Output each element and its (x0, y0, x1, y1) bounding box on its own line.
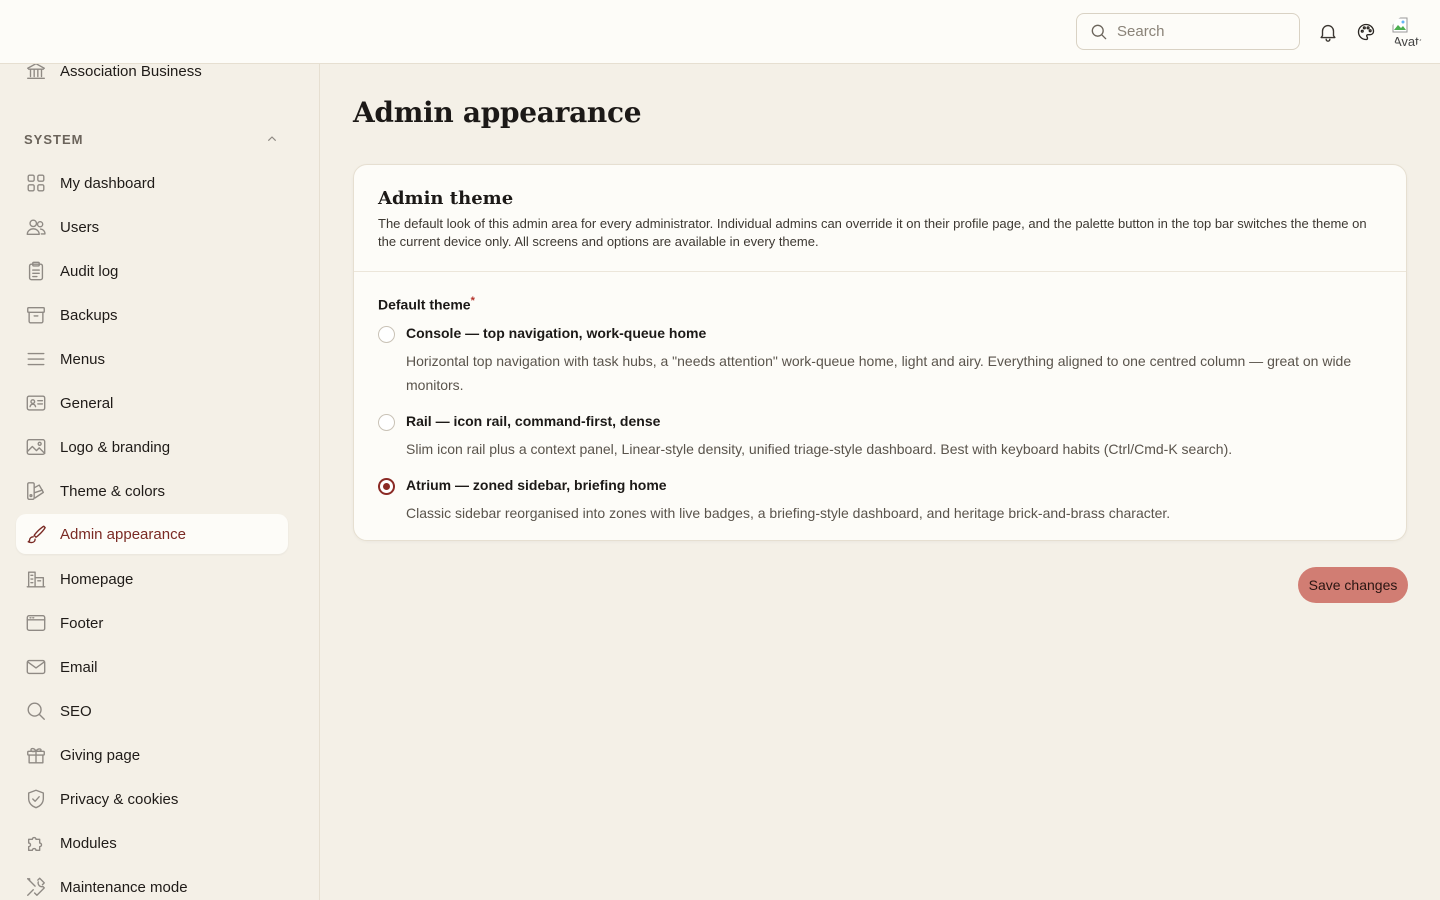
sidebar-item-general[interactable]: General (16, 383, 288, 423)
sidebar-item-admin-appearance[interactable]: Admin appearance (16, 514, 288, 554)
sidebar-item-label: Logo & branding (60, 438, 171, 456)
clipboard-icon (24, 259, 48, 283)
id-card-icon (24, 391, 48, 415)
sidebar-item-label: Privacy & cookies (60, 790, 179, 808)
sidebar-item-seo[interactable]: SEO (16, 691, 288, 731)
building-icon (24, 567, 48, 591)
admin-theme-card: Admin theme The default look of this adm… (353, 164, 1407, 541)
sidebar-item-label: Theme & colors (60, 482, 166, 500)
sidebar-item-audit-log[interactable]: Audit log (16, 251, 288, 291)
section-label: SYSTEM (24, 131, 84, 147)
image-icon (24, 435, 48, 459)
tools-icon (24, 875, 48, 899)
sidebar-item-theme-colors[interactable]: Theme & colors (16, 471, 288, 511)
bank-icon (24, 64, 48, 83)
grid-icon (24, 171, 48, 195)
browser-window-icon (24, 611, 48, 635)
gift-icon (24, 743, 48, 767)
sidebar-item-label: Maintenance mode (60, 878, 188, 896)
sidebar-item-privacy-cookies[interactable]: Privacy & cookies (16, 779, 288, 819)
search-box[interactable] (1076, 13, 1300, 50)
avatar[interactable]: Avatar (1391, 16, 1423, 48)
radio-console[interactable] (378, 326, 395, 343)
option-title: Atrium — zoned sidebar, briefing home (406, 477, 667, 493)
sidebar-item-label: General (60, 394, 114, 412)
default-theme-label: Default theme* (378, 295, 475, 313)
sidebar-item-backups[interactable]: Backups (16, 295, 288, 335)
sidebar-item-footer[interactable]: Footer (16, 603, 288, 643)
option-title: Console — top navigation, work-queue hom… (406, 325, 707, 341)
sidebar-item-homepage[interactable]: Homepage (16, 559, 288, 599)
sidebar-item-label: My dashboard (60, 174, 156, 192)
option-description: Horizontal top navigation with task hubs… (406, 353, 1352, 393)
sidebar-item-my-dashboard[interactable]: My dashboard (16, 163, 288, 203)
sidebar-item-label: Association Business (60, 64, 202, 80)
brush-icon (24, 522, 48, 546)
sidebar-item-giving-page[interactable]: Giving page (16, 735, 288, 775)
sidebar: Association Business SYSTEM My dashboard… (0, 64, 320, 900)
magnifier-icon (24, 699, 48, 723)
sidebar-item-label: Footer (60, 614, 104, 632)
sidebar-item-label: Audit log (60, 262, 119, 280)
sidebar-item-label: Homepage (60, 570, 134, 588)
theme-option-atrium[interactable]: Atrium — zoned sidebar, briefing home Cl… (378, 477, 1378, 521)
palette-swatch-icon (24, 479, 48, 503)
puzzle-icon (24, 831, 48, 855)
card-description: The default look of this admin area for … (378, 216, 1367, 249)
option-description: Classic sidebar reorganised into zones w… (406, 505, 1171, 521)
sidebar-item-label: Admin appearance (60, 525, 186, 543)
users-icon (24, 215, 48, 239)
field-label-text: Default theme (378, 296, 471, 313)
card-header: Admin theme The default look of this adm… (354, 165, 1406, 272)
top-bar: Avatar (0, 0, 1440, 64)
theme-option-console[interactable]: Console — top navigation, work-queue hom… (378, 325, 1378, 393)
search-icon (1091, 24, 1107, 39)
save-changes-button[interactable]: Save changes (1298, 567, 1408, 603)
sidebar-item-users[interactable]: Users (16, 207, 288, 247)
avatar-alt-text: Avatar (1393, 34, 1423, 48)
sidebar-item-label: Email (60, 658, 98, 676)
sidebar-item-modules[interactable]: Modules (16, 823, 288, 863)
sidebar-item-label: SEO (60, 702, 92, 720)
sidebar-item-label: Modules (60, 834, 117, 852)
card-title: Admin theme (378, 188, 514, 209)
mail-icon (24, 655, 48, 679)
option-description: Slim icon rail plus a context panel, Lin… (406, 441, 1233, 457)
sidebar-item-menus[interactable]: Menus (16, 339, 288, 379)
sidebar-item-label: Menus (60, 350, 106, 368)
search-input[interactable] (1117, 23, 1287, 40)
sidebar-item-label: Users (60, 218, 100, 236)
broken-image-icon (1392, 17, 1408, 33)
sidebar-item-label: Backups (60, 306, 118, 324)
menu-icon (24, 347, 48, 371)
chevron-up-icon (268, 136, 276, 141)
shield-check-icon (24, 787, 48, 811)
sidebar-item-label: Giving page (60, 746, 141, 764)
theme-option-rail[interactable]: Rail — icon rail, command-first, dense S… (378, 413, 1378, 457)
radio-rail[interactable] (378, 414, 395, 431)
sidebar-item-maintenance-mode[interactable]: Maintenance mode (16, 867, 288, 900)
radio-atrium[interactable] (378, 478, 395, 495)
palette-icon[interactable] (1354, 20, 1378, 44)
option-title: Rail — icon rail, command-first, dense (406, 413, 661, 429)
sidebar-item-association-business[interactable]: Association Business (16, 64, 288, 91)
sidebar-item-email[interactable]: Email (16, 647, 288, 687)
archive-icon (24, 303, 48, 327)
sidebar-section-system[interactable]: SYSTEM (24, 130, 280, 148)
page-title: Admin appearance (353, 96, 642, 129)
sidebar-item-logo-branding[interactable]: Logo & branding (16, 427, 288, 467)
notifications-bell-icon[interactable] (1316, 20, 1340, 44)
required-mark: * (470, 295, 475, 307)
